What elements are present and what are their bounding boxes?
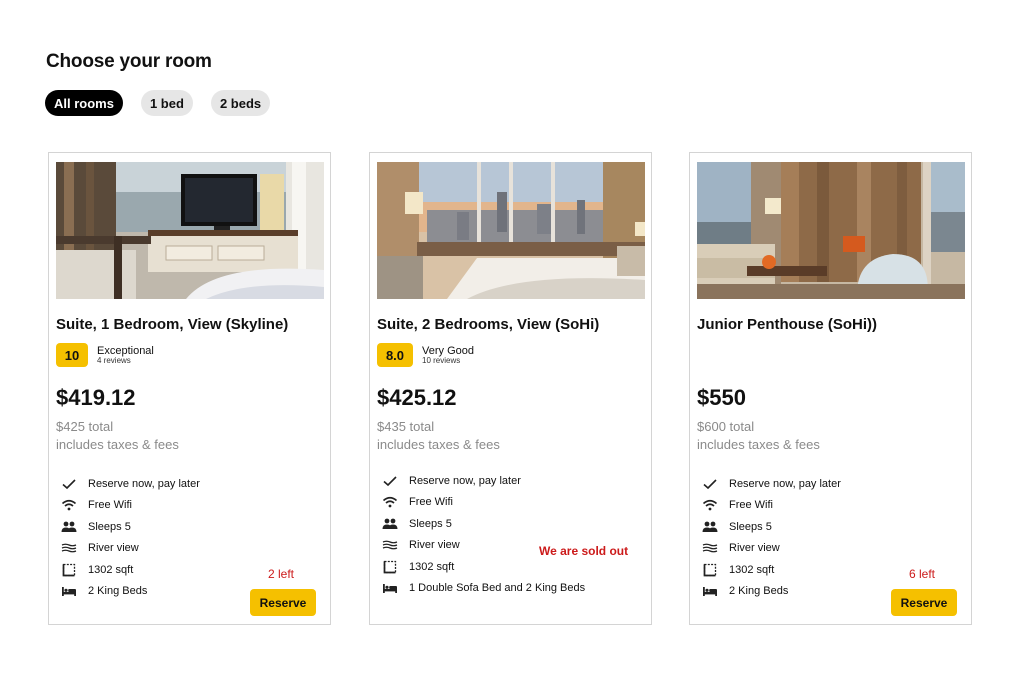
guest-rating: 8.0 Very Good 10 reviews bbox=[377, 343, 474, 367]
feature-item: 1 Double Sofa Bed and 2 King Beds bbox=[381, 578, 585, 600]
area-icon bbox=[60, 563, 78, 577]
rating-score-badge: 10 bbox=[56, 343, 88, 367]
guest-rating: 10 Exceptional 4 reviews bbox=[56, 343, 154, 367]
room-filter-bar: All rooms 1 bed 2 beds bbox=[45, 90, 271, 116]
feature-item: 2 King Beds bbox=[701, 581, 841, 603]
room-features: Reserve now, pay later Free Wifi Sleeps … bbox=[701, 473, 841, 602]
feature-item: Sleeps 5 bbox=[381, 513, 585, 535]
room-photo[interactable] bbox=[697, 162, 965, 299]
waves-icon bbox=[701, 541, 719, 555]
review-count: 4 reviews bbox=[97, 355, 131, 365]
total-price: $435 total bbox=[377, 419, 435, 434]
nightly-price: $425.12 bbox=[377, 385, 457, 410]
feature-item: Reserve now, pay later bbox=[60, 473, 200, 495]
rating-label: Very Good bbox=[422, 344, 474, 357]
total-price: $425 total bbox=[56, 419, 114, 434]
nightly-price: $419.12 bbox=[56, 385, 136, 410]
feature-item: Free Wifi bbox=[701, 495, 841, 517]
room-card: Suite, 1 Bedroom, View (Skyline) 10 Exce… bbox=[48, 152, 331, 625]
feature-item: 2 King Beds bbox=[60, 581, 200, 603]
room-name: Junior Penthouse (SoHi)) bbox=[697, 316, 877, 333]
filter-1-bed[interactable]: 1 bed bbox=[140, 90, 193, 116]
room-card: Junior Penthouse (SoHi)) $550 $600 total… bbox=[689, 152, 972, 625]
wifi-icon bbox=[701, 498, 719, 512]
sold-out-notice: We are sold out bbox=[539, 544, 629, 558]
rating-label: Exceptional bbox=[97, 344, 154, 357]
feature-item: Reserve now, pay later bbox=[701, 473, 841, 495]
rooms-left-count: 2 left bbox=[268, 567, 295, 581]
feature-item: 1302 sqft bbox=[381, 556, 585, 578]
bed-icon bbox=[381, 581, 399, 595]
rating-score-badge: 8.0 bbox=[377, 343, 413, 367]
reserve-button[interactable]: Reserve bbox=[250, 589, 316, 616]
wifi-icon bbox=[60, 498, 78, 512]
room-features: Reserve now, pay later Free Wifi Sleeps … bbox=[60, 473, 200, 602]
page-title: Choose your room bbox=[46, 51, 212, 72]
room-name: Suite, 1 Bedroom, View (Skyline) bbox=[56, 316, 289, 333]
feature-item: Sleeps 5 bbox=[701, 516, 841, 538]
bed-icon bbox=[701, 584, 719, 598]
rooms-left-count: 6 left bbox=[909, 567, 936, 581]
people-icon bbox=[60, 520, 78, 534]
feature-item: Free Wifi bbox=[381, 492, 585, 514]
wifi-icon bbox=[381, 495, 399, 509]
area-icon bbox=[701, 563, 719, 577]
review-count: 10 reviews bbox=[422, 355, 461, 365]
nightly-price: $550 bbox=[697, 385, 746, 410]
feature-item: River view bbox=[60, 538, 200, 560]
filter-all-rooms[interactable]: All rooms bbox=[45, 90, 123, 116]
people-icon bbox=[701, 520, 719, 534]
taxes-note: includes taxes & fees bbox=[697, 437, 820, 452]
waves-icon bbox=[381, 538, 399, 552]
bed-icon bbox=[60, 584, 78, 598]
feature-item: 1302 sqft bbox=[60, 559, 200, 581]
room-features: Reserve now, pay later Free Wifi Sleeps … bbox=[381, 470, 585, 599]
room-photo[interactable] bbox=[56, 162, 324, 299]
taxes-note: includes taxes & fees bbox=[377, 437, 500, 452]
check-icon bbox=[60, 477, 78, 491]
feature-item: Free Wifi bbox=[60, 495, 200, 517]
feature-item: River view bbox=[701, 538, 841, 560]
room-photo[interactable] bbox=[377, 162, 645, 299]
room-name: Suite, 2 Bedrooms, View (SoHi) bbox=[377, 316, 600, 333]
taxes-note: includes taxes & fees bbox=[56, 437, 179, 452]
check-icon bbox=[381, 474, 399, 488]
people-icon bbox=[381, 517, 399, 531]
area-icon bbox=[381, 560, 399, 574]
room-card: Suite, 2 Bedrooms, View (SoHi) 8.0 Very … bbox=[369, 152, 652, 625]
waves-icon bbox=[60, 541, 78, 555]
feature-item: 1302 sqft bbox=[701, 559, 841, 581]
reserve-button[interactable]: Reserve bbox=[891, 589, 957, 616]
check-icon bbox=[701, 477, 719, 491]
total-price: $600 total bbox=[697, 419, 755, 434]
feature-item: Sleeps 5 bbox=[60, 516, 200, 538]
feature-item: Reserve now, pay later bbox=[381, 470, 585, 492]
filter-2-beds[interactable]: 2 beds bbox=[210, 90, 271, 116]
